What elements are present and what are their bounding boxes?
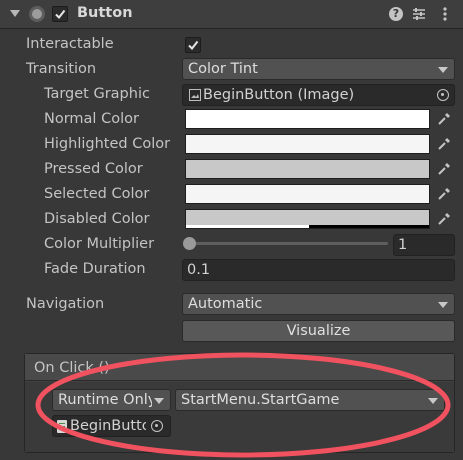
annotation-ellipse [35,352,451,458]
